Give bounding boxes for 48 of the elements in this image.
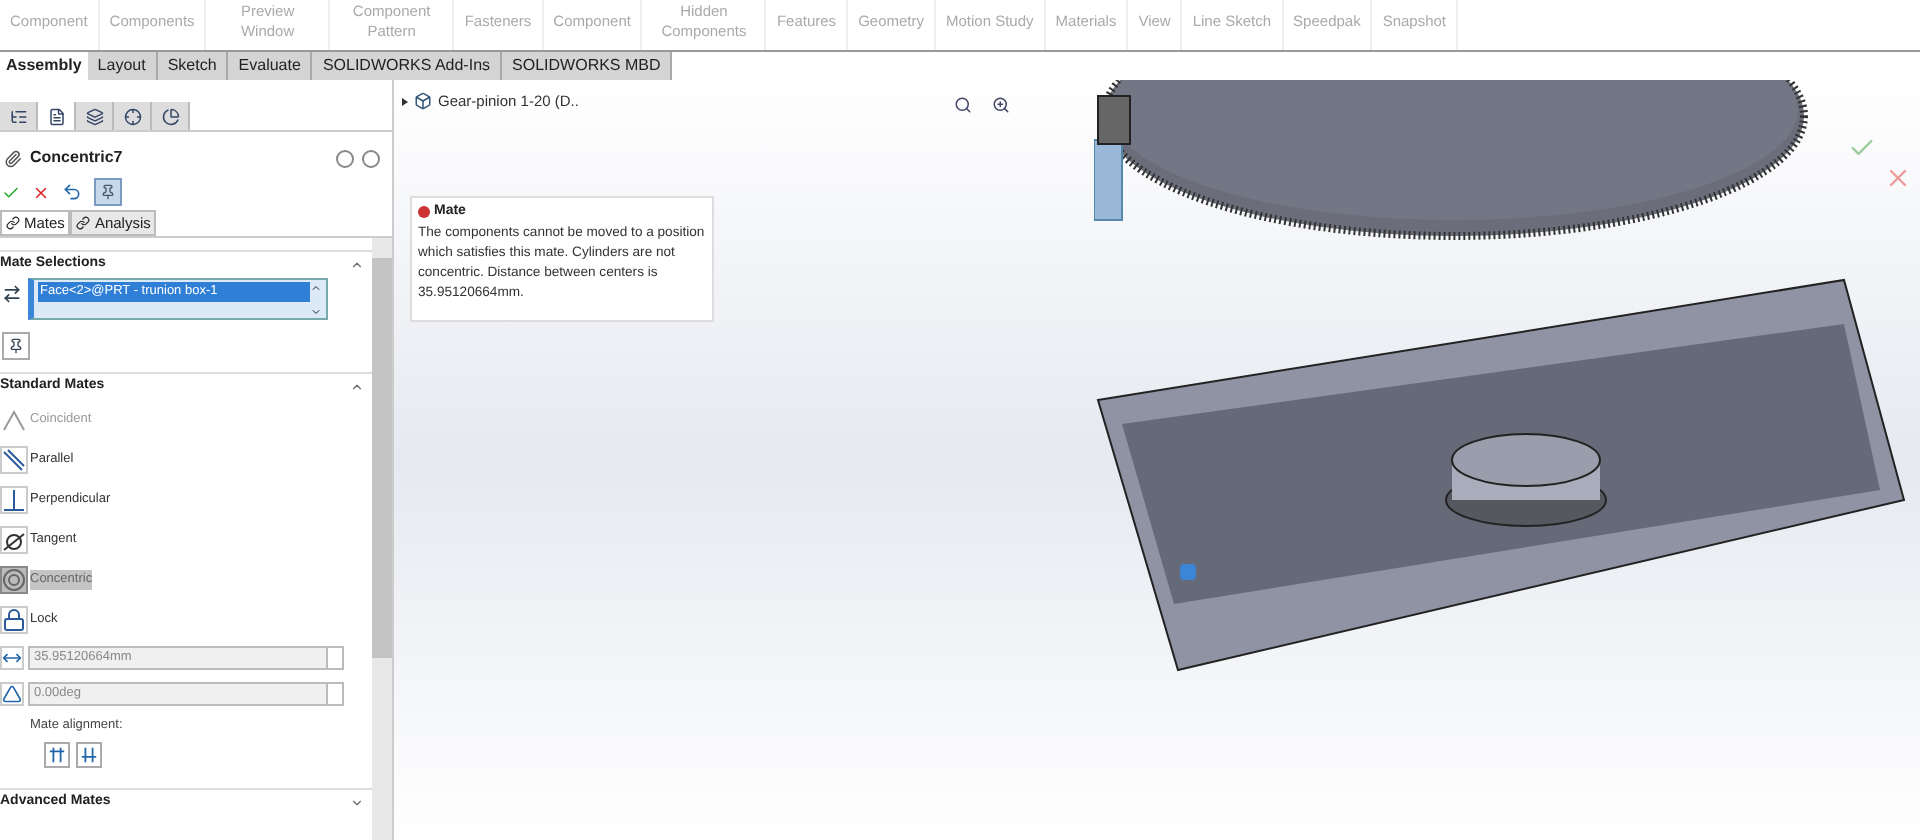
- link-icon: [6, 216, 20, 230]
- pin-icon: [100, 184, 116, 200]
- ok-button[interactable]: [2, 183, 20, 201]
- undo-button[interactable]: [62, 182, 82, 202]
- concentric-icon: [2, 568, 26, 592]
- zoom-area-icon[interactable]: [992, 96, 1010, 114]
- error-icon: [418, 206, 430, 219]
- mate-type-button[interactable]: [0, 446, 28, 474]
- panel-tab[interactable]: [0, 102, 38, 130]
- link-icon: [76, 216, 91, 230]
- zoom-to-fit-icon[interactable]: [954, 96, 972, 114]
- coincident-icon: [2, 408, 26, 432]
- tangent-icon: [2, 528, 26, 552]
- command-tab[interactable]: SOLIDWORKS Add-Ins: [312, 52, 503, 80]
- mate-icon: [4, 149, 22, 167]
- lock-icon: [2, 608, 26, 632]
- panel-tab-icon: [47, 107, 65, 125]
- command-tab[interactable]: SOLIDWORKS MBD: [502, 52, 673, 80]
- selection-icon: [2, 284, 22, 304]
- panel-title: Concentric7: [30, 146, 123, 170]
- panel-tab[interactable]: [152, 102, 190, 130]
- parallel-icon: [2, 448, 26, 472]
- scroll-down-icon[interactable]: [310, 306, 322, 318]
- cancel-button[interactable]: [32, 183, 50, 201]
- collapse-icon[interactable]: [350, 258, 364, 272]
- pin-icon: [8, 338, 24, 354]
- assembly-icon: [414, 92, 432, 111]
- command-tab[interactable]: Sketch: [157, 52, 229, 80]
- panel-tab-icon: [123, 107, 141, 125]
- aligned-button[interactable]: [44, 741, 70, 768]
- expand-arrow-icon[interactable]: [402, 97, 408, 106]
- panel-tab-icon: [85, 107, 103, 125]
- scroll-up-icon[interactable]: [310, 282, 322, 294]
- perpendicular-icon: [2, 488, 26, 512]
- pin-button[interactable]: [94, 178, 122, 206]
- panel-tab-icon: [9, 107, 27, 125]
- selection-tool-button[interactable]: [2, 332, 30, 360]
- panel-tab-icon: [161, 107, 179, 125]
- command-tab[interactable]: Evaluate: [228, 52, 313, 80]
- scrollbar[interactable]: [372, 238, 392, 840]
- panel-tab[interactable]: [76, 102, 114, 130]
- anti-aligned-button[interactable]: [76, 741, 102, 768]
- collapse-icon[interactable]: [350, 380, 364, 394]
- command-tab[interactable]: Layout: [87, 52, 158, 80]
- mate-type-button[interactable]: [0, 486, 28, 514]
- panel-tab[interactable]: [114, 102, 152, 130]
- expand-icon[interactable]: [350, 795, 364, 810]
- command-tab[interactable]: Assembly: [0, 52, 88, 80]
